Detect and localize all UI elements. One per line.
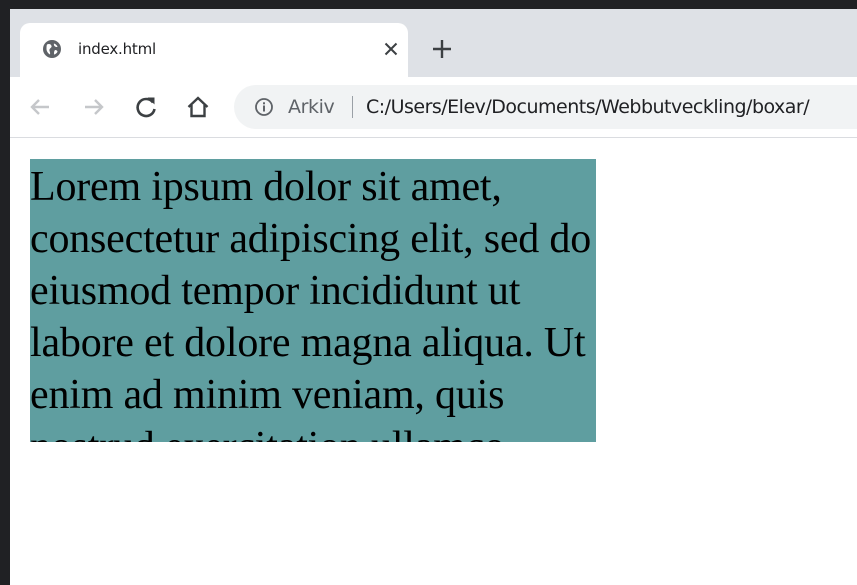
globe-icon [42,39,62,59]
address-bar[interactable]: Arkiv C:/Users/Elev/Documents/Webbutveck… [234,85,857,129]
box-paragraph: Lorem ipsum dolor sit amet, consectetur … [30,164,592,442]
home-icon[interactable] [184,93,212,121]
content-box: Lorem ipsum dolor sit amet, consectetur … [30,159,596,442]
close-icon[interactable] [379,37,403,61]
tab-index-html[interactable]: index.html [20,23,408,77]
toolbar: Arkiv C:/Users/Elev/Documents/Webbutveck… [10,77,857,138]
new-tab-plus-icon[interactable] [428,35,456,63]
arrow-left-icon[interactable] [26,93,54,121]
omnibox-divider [352,96,353,118]
tab-title: index.html [78,40,156,58]
info-icon[interactable] [254,97,274,117]
arrow-right-icon[interactable] [80,93,108,121]
page-viewport: Lorem ipsum dolor sit amet, consectetur … [10,138,857,585]
url-text[interactable]: C:/Users/Elev/Documents/Webbutveckling/b… [366,95,810,119]
tab-strip: index.html [10,9,857,77]
site-info-label[interactable]: Arkiv [288,95,335,119]
reload-icon[interactable] [132,93,160,121]
browser-window: index.html Arkiv C:/Users/Elev/Documents… [10,9,857,585]
